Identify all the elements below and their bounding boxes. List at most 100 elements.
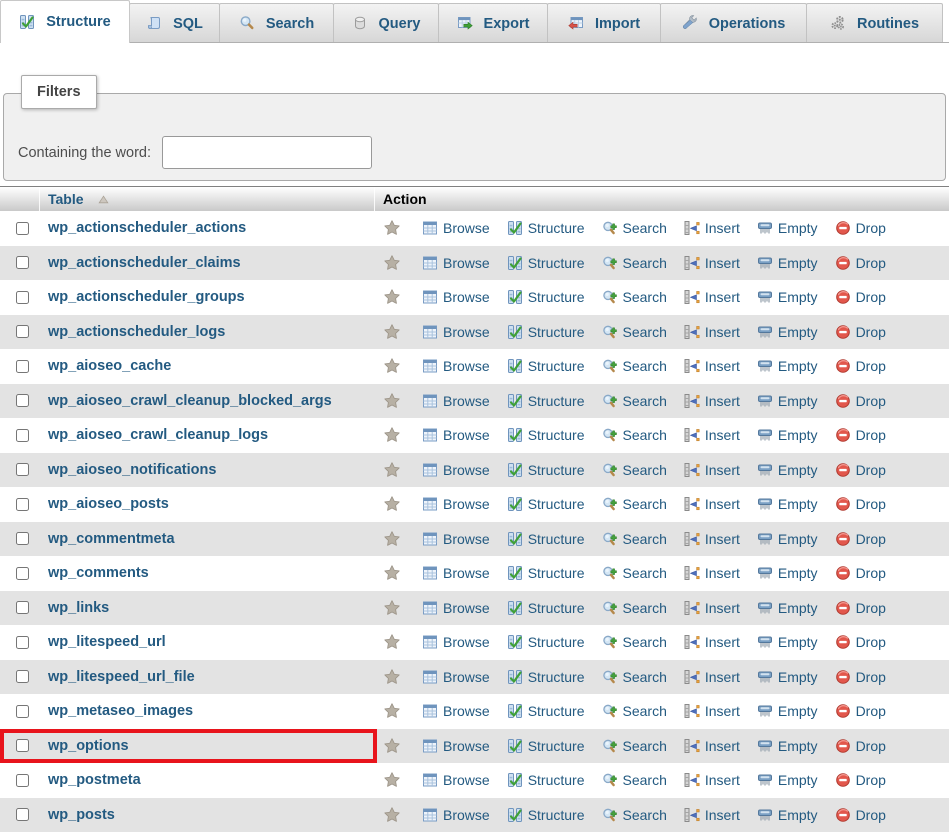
row-checkbox[interactable] [16, 636, 29, 649]
action-browse-link[interactable]: Browse [422, 634, 490, 650]
table-name-link[interactable]: wp_aioseo_notifications [48, 462, 216, 478]
row-checkbox[interactable] [16, 256, 29, 269]
favorite-star-icon[interactable] [383, 323, 401, 341]
action-browse-link[interactable]: Browse [422, 738, 490, 754]
action-structure-link[interactable]: Structure [507, 738, 585, 754]
action-search-link[interactable]: Search [602, 289, 667, 305]
tab-sql[interactable]: SQL [129, 3, 220, 43]
action-drop-link[interactable]: Drop [835, 669, 886, 685]
action-drop-link[interactable]: Drop [835, 255, 886, 271]
action-insert-link[interactable]: Insert [684, 600, 740, 616]
action-browse-link[interactable]: Browse [422, 462, 490, 478]
action-search-link[interactable]: Search [602, 565, 667, 581]
action-empty-link[interactable]: Empty [757, 358, 818, 374]
action-empty-link[interactable]: Empty [757, 772, 818, 788]
action-empty-link[interactable]: Empty [757, 220, 818, 236]
action-browse-link[interactable]: Browse [422, 600, 490, 616]
action-insert-link[interactable]: Insert [684, 324, 740, 340]
action-search-link[interactable]: Search [602, 807, 667, 823]
tab-operations[interactable]: Operations [660, 3, 807, 43]
table-name-link[interactable]: wp_options [48, 738, 129, 754]
row-checkbox[interactable] [16, 394, 29, 407]
tab-routines[interactable]: Routines [806, 3, 943, 43]
action-drop-link[interactable]: Drop [835, 393, 886, 409]
action-insert-link[interactable]: Insert [684, 531, 740, 547]
action-structure-link[interactable]: Structure [507, 531, 585, 547]
table-name-link[interactable]: wp_actionscheduler_actions [48, 220, 246, 236]
action-browse-link[interactable]: Browse [422, 531, 490, 547]
tab-query[interactable]: Query [333, 3, 439, 43]
favorite-star-icon[interactable] [383, 495, 401, 513]
row-checkbox[interactable] [16, 325, 29, 338]
sort-by-table-link[interactable]: Table [48, 191, 84, 207]
action-insert-link[interactable]: Insert [684, 772, 740, 788]
action-empty-link[interactable]: Empty [757, 738, 818, 754]
favorite-star-icon[interactable] [383, 599, 401, 617]
action-empty-link[interactable]: Empty [757, 600, 818, 616]
tab-structure[interactable]: Structure [0, 0, 130, 43]
row-checkbox[interactable] [16, 808, 29, 821]
action-browse-link[interactable]: Browse [422, 496, 490, 512]
action-drop-link[interactable]: Drop [835, 462, 886, 478]
row-checkbox[interactable] [16, 360, 29, 373]
action-drop-link[interactable]: Drop [835, 289, 886, 305]
action-insert-link[interactable]: Insert [684, 289, 740, 305]
action-insert-link[interactable]: Insert [684, 496, 740, 512]
row-checkbox[interactable] [16, 498, 29, 511]
action-drop-link[interactable]: Drop [835, 703, 886, 719]
action-structure-link[interactable]: Structure [507, 289, 585, 305]
action-empty-link[interactable]: Empty [757, 703, 818, 719]
filter-word-input[interactable] [162, 136, 372, 169]
row-checkbox[interactable] [16, 601, 29, 614]
action-drop-link[interactable]: Drop [835, 807, 886, 823]
favorite-star-icon[interactable] [383, 737, 401, 755]
sort-asc-icon[interactable] [98, 195, 109, 204]
row-checkbox[interactable] [16, 739, 29, 752]
action-insert-link[interactable]: Insert [684, 807, 740, 823]
action-search-link[interactable]: Search [602, 324, 667, 340]
action-structure-link[interactable]: Structure [507, 669, 585, 685]
action-insert-link[interactable]: Insert [684, 462, 740, 478]
action-insert-link[interactable]: Insert [684, 358, 740, 374]
row-checkbox[interactable] [16, 429, 29, 442]
row-checkbox[interactable] [16, 532, 29, 545]
table-name-link[interactable]: wp_commentmeta [48, 531, 175, 547]
row-checkbox[interactable] [16, 705, 29, 718]
action-browse-link[interactable]: Browse [422, 324, 490, 340]
action-search-link[interactable]: Search [602, 255, 667, 271]
action-insert-link[interactable]: Insert [684, 255, 740, 271]
action-search-link[interactable]: Search [602, 427, 667, 443]
action-structure-link[interactable]: Structure [507, 393, 585, 409]
action-browse-link[interactable]: Browse [422, 393, 490, 409]
action-empty-link[interactable]: Empty [757, 393, 818, 409]
table-name-link[interactable]: wp_aioseo_posts [48, 496, 169, 512]
action-drop-link[interactable]: Drop [835, 565, 886, 581]
table-name-link[interactable]: wp_comments [48, 565, 149, 581]
action-empty-link[interactable]: Empty [757, 531, 818, 547]
action-insert-link[interactable]: Insert [684, 427, 740, 443]
action-browse-link[interactable]: Browse [422, 255, 490, 271]
table-name-link[interactable]: wp_actionscheduler_logs [48, 324, 225, 340]
action-empty-link[interactable]: Empty [757, 255, 818, 271]
favorite-star-icon[interactable] [383, 564, 401, 582]
action-structure-link[interactable]: Structure [507, 255, 585, 271]
action-browse-link[interactable]: Browse [422, 427, 490, 443]
action-browse-link[interactable]: Browse [422, 772, 490, 788]
action-structure-link[interactable]: Structure [507, 462, 585, 478]
action-structure-link[interactable]: Structure [507, 427, 585, 443]
action-structure-link[interactable]: Structure [507, 600, 585, 616]
action-drop-link[interactable]: Drop [835, 600, 886, 616]
action-empty-link[interactable]: Empty [757, 324, 818, 340]
action-structure-link[interactable]: Structure [507, 807, 585, 823]
action-insert-link[interactable]: Insert [684, 669, 740, 685]
action-drop-link[interactable]: Drop [835, 772, 886, 788]
action-search-link[interactable]: Search [602, 738, 667, 754]
favorite-star-icon[interactable] [383, 254, 401, 272]
table-name-link[interactable]: wp_aioseo_cache [48, 358, 171, 374]
action-browse-link[interactable]: Browse [422, 669, 490, 685]
action-insert-link[interactable]: Insert [684, 220, 740, 236]
action-search-link[interactable]: Search [602, 531, 667, 547]
action-structure-link[interactable]: Structure [507, 703, 585, 719]
action-search-link[interactable]: Search [602, 496, 667, 512]
action-browse-link[interactable]: Browse [422, 220, 490, 236]
